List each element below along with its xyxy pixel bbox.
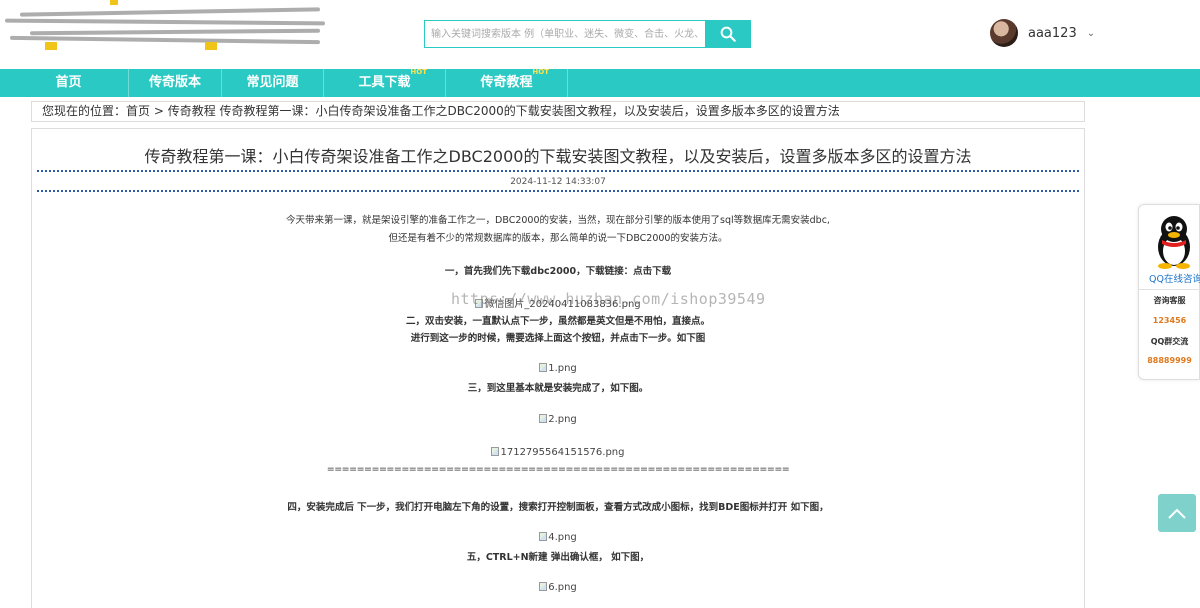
- search-input[interactable]: [425, 21, 705, 47]
- broken-image-icon: [539, 532, 548, 541]
- main-nav: 首页 传奇版本 常见问题 工具下载 HOT 传奇教程 HOT: [0, 68, 1200, 97]
- article-title: 传奇教程第一课：小白传奇架设准备工作之DBC2000的下载安装图文教程，以及安装…: [144, 147, 972, 166]
- nav-item-tutorials[interactable]: 传奇教程 HOT: [446, 68, 568, 97]
- step-2-text: 二，双击安装，一直默认点下一步，虽然都是英文但是不用怕，直接点。: [405, 316, 710, 327]
- broken-image: 6.png: [32, 582, 1084, 593]
- article: 传奇教程第一课：小白传奇架设准备工作之DBC2000的下载安装图文教程，以及安装…: [31, 128, 1085, 608]
- chevron-down-icon[interactable]: ⌄: [1087, 28, 1095, 39]
- broken-image: 2.png: [32, 414, 1084, 425]
- group-value[interactable]: 88889999: [1139, 356, 1200, 365]
- nav-item-faq[interactable]: 常见问题: [222, 69, 324, 97]
- hot-badge: HOT: [410, 68, 427, 76]
- broken-image: 1712795564151576.png: [32, 447, 1084, 458]
- avatar[interactable]: [990, 19, 1018, 47]
- nav-item-tools[interactable]: 工具下载 HOT: [324, 68, 446, 97]
- breadcrumb-current: 传奇教程第一课：小白传奇架设准备工作之DBC2000的下载安装图文教程，以及安装…: [215, 104, 840, 118]
- divider: [37, 170, 1079, 172]
- search-button[interactable]: [705, 21, 750, 47]
- divider: [1139, 289, 1200, 290]
- broken-image-icon: [491, 447, 500, 456]
- consult-label: 咨询客服: [1153, 296, 1186, 305]
- site-logo[interactable]: [0, 0, 345, 60]
- step-5-text: 五，CTRL+N新建 弹出确认框， 如下图，: [466, 552, 650, 563]
- consult-value[interactable]: 123456: [1139, 316, 1200, 325]
- step-4-text: 四，安装完成后 下一步，我们打开电脑左下角的设置，搜索打开控制面板，查看方式改成…: [287, 502, 829, 513]
- broken-image-icon: [539, 363, 548, 372]
- nav-item-home[interactable]: 首页: [9, 69, 129, 97]
- breadcrumb-category[interactable]: 传奇教程: [168, 104, 216, 118]
- breadcrumb-home[interactable]: 首页: [126, 104, 150, 118]
- step-2b-text: 进行到这一步的时候，需要选择上面这个按钮，并点击下一步。如下图: [410, 333, 706, 344]
- step-1-text: 一，首先我们先下载dbc2000，下载链接：点击下载: [444, 266, 672, 277]
- breadcrumb-separator: >: [150, 104, 168, 118]
- qq-penguin-icon[interactable]: [1153, 213, 1195, 269]
- user-name[interactable]: aaa123: [1028, 26, 1077, 41]
- qq-contact-panel: QQ在线咨询 咨询客服 123456 QQ群交流 88889999: [1138, 204, 1200, 380]
- qq-online-link[interactable]: QQ在线咨询: [1149, 271, 1200, 285]
- separator-line: ========================================…: [326, 464, 790, 475]
- article-date: 2024-11-12 14:33:07: [510, 177, 606, 187]
- search-icon: [720, 26, 736, 42]
- broken-image: 4.png: [32, 532, 1084, 543]
- user-menu[interactable]: aaa123 ⌄: [990, 19, 1095, 47]
- intro-line-1: 今天带来第一课，就是架设引擎的准备工作之一，DBC2000的安装，当然，现在部分…: [286, 215, 830, 226]
- group-label: QQ群交流: [1150, 337, 1189, 346]
- hot-badge: HOT: [532, 68, 549, 76]
- watermark: https://www.huzhan.com/ishop39549: [451, 290, 766, 308]
- back-to-top-button[interactable]: [1158, 494, 1196, 532]
- divider: [37, 190, 1079, 192]
- breadcrumb: 您现在的位置：首页 > 传奇教程 传奇教程第一课：小白传奇架设准备工作之DBC2…: [31, 101, 1085, 122]
- header: aaa123 ⌄: [0, 0, 1200, 69]
- chevron-up-icon: [1168, 508, 1186, 519]
- intro-line-2: 但还是有着不少的常规数据库的版本，那么简单的说一下DBC2000的安装方法。: [388, 233, 728, 244]
- nav-item-versions[interactable]: 传奇版本: [129, 69, 222, 97]
- broken-image: 1.png: [32, 363, 1084, 374]
- broken-image-icon: [539, 582, 548, 591]
- search-bar: [424, 20, 751, 48]
- step-3-text: 三，到这里基本就是安装完成了，如下图。: [467, 383, 649, 394]
- breadcrumb-prefix: 您现在的位置：: [42, 104, 127, 118]
- broken-image-icon: [539, 414, 548, 423]
